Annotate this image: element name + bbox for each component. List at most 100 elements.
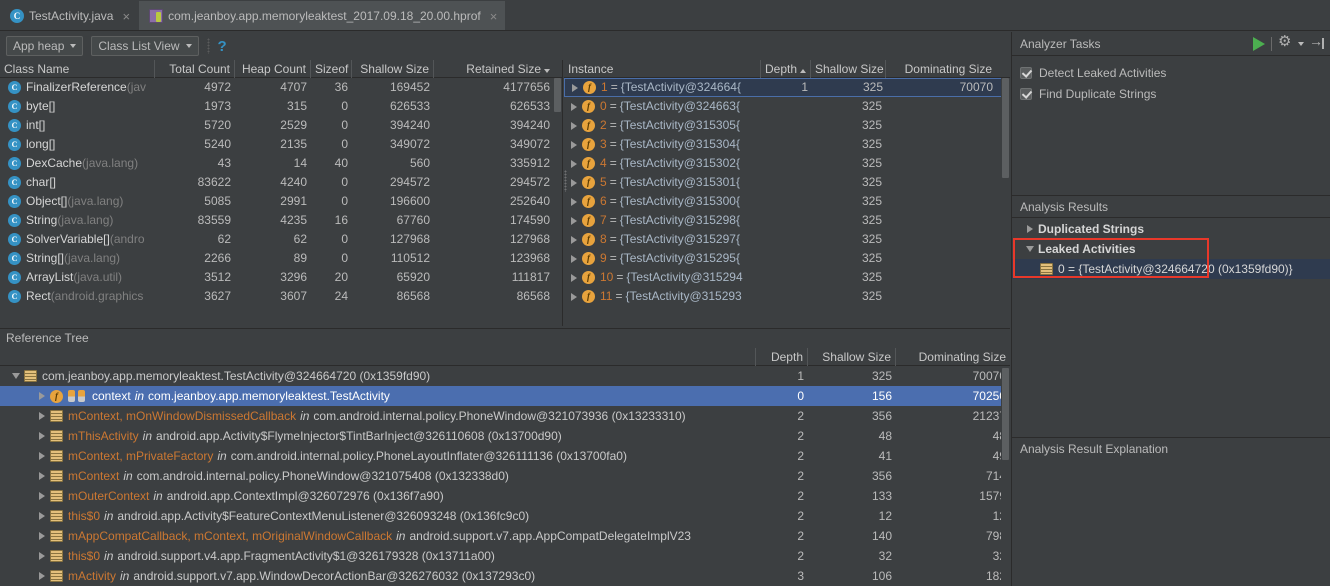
toolbar-drag-handle[interactable] xyxy=(206,38,210,54)
reference-tree-row[interactable]: mOuterContext in android.app.ContextImpl@3… xyxy=(0,486,1010,506)
instance-row[interactable]: f 6 = {TestActivity@315300{325 xyxy=(564,192,1010,211)
expand-arrow-icon[interactable] xyxy=(1027,225,1033,233)
expand-arrow-icon[interactable] xyxy=(39,492,45,500)
view-select[interactable]: Class List View xyxy=(91,36,199,56)
expand-arrow-icon[interactable] xyxy=(39,472,45,480)
table-row[interactable]: C String (java.lang) 83559 4235 16 67760 17459… xyxy=(0,211,562,230)
column-dominating-size[interactable]: Dominating Size xyxy=(896,348,1010,366)
column-depth[interactable]: Depth xyxy=(761,60,811,78)
table-row[interactable]: Cbyte[] 1973 315 0 626533 626533 xyxy=(0,97,562,116)
table-row[interactable]: Cint[] 5720 2529 0 394240 394240 xyxy=(0,116,562,135)
instance-row[interactable]: f 9 = {TestActivity@315295{325 xyxy=(564,249,1010,268)
expand-arrow-icon[interactable] xyxy=(571,235,577,244)
instance-row[interactable]: f 10 = {TestActivity@315294 325 xyxy=(564,268,1010,287)
reference-tree-row[interactable]: mActivity in android.support.v7.app.Window… xyxy=(0,566,1010,586)
expand-arrow-icon[interactable] xyxy=(39,452,45,460)
column-shallow-size[interactable]: Shallow Size xyxy=(811,60,886,78)
column-shallow-size[interactable]: Shallow Size xyxy=(808,347,896,366)
tab-hprof-file[interactable]: com.jeanboy.app.memoryleaktest_2017.09.1… xyxy=(139,1,506,30)
column-heap-count[interactable]: Heap Count xyxy=(235,60,311,78)
table-row[interactable]: C SolverVariable[] (andro 62 62 0 127968 12796… xyxy=(0,230,562,249)
column-sizeof[interactable]: Sizeof xyxy=(311,60,352,78)
table-row[interactable]: C ArrayList (java.util) 3512 3296 20 65920 111… xyxy=(0,268,562,287)
column-total-count[interactable]: Total Count xyxy=(155,60,235,78)
expand-arrow-icon[interactable] xyxy=(571,102,577,111)
expand-arrow-icon[interactable] xyxy=(39,572,45,580)
column-reference[interactable] xyxy=(0,347,756,366)
analysis-result-0[interactable]: Duplicated Strings xyxy=(1012,219,1330,239)
table-row[interactable]: C FinalizerReference (jav 4972 4707 36 169452… xyxy=(0,78,562,97)
chevron-down-icon[interactable] xyxy=(1298,41,1304,46)
table-row[interactable]: C Object[] (java.lang) 5085 2991 0 196600 2526… xyxy=(0,192,562,211)
instance-row[interactable]: f 2 = {TestActivity@315305{325 xyxy=(564,116,1010,135)
reference-tree-row[interactable]: com.jeanboy.app.memoryleaktest.TestActiv… xyxy=(0,366,1010,386)
class-list-scrollbar[interactable] xyxy=(553,78,562,326)
reference-tree-row[interactable]: mContext, mOnWindowDismissedCallback in co… xyxy=(0,406,1010,426)
help-icon[interactable]: ? xyxy=(218,38,227,55)
column-instance[interactable]: Instance xyxy=(564,60,761,78)
instance-row[interactable]: f 11 = {TestActivity@315293 325 xyxy=(564,287,1010,306)
reference-tree-scrollbar[interactable] xyxy=(1001,368,1010,586)
cell-dominating-size: 798 xyxy=(985,529,1006,543)
instance-row[interactable]: f 3 = {TestActivity@315304{325 xyxy=(564,135,1010,154)
instance-row[interactable]: f 4 = {TestActivity@315302{325 xyxy=(564,154,1010,173)
expand-arrow-icon[interactable] xyxy=(39,432,45,440)
expand-arrow-icon[interactable] xyxy=(571,178,577,187)
reference-tree-row[interactable]: mThisActivity in android.app.Activity$Flym… xyxy=(0,426,1010,446)
table-row[interactable]: Cchar[] 83622 4240 0 294572 294572 xyxy=(0,173,562,192)
column-depth[interactable]: Depth xyxy=(756,347,808,366)
expand-arrow-icon[interactable] xyxy=(572,83,578,92)
instance-row[interactable]: f 7 = {TestActivity@315298{325 xyxy=(564,211,1010,230)
run-analysis-icon[interactable] xyxy=(1253,36,1265,51)
expand-arrow-icon[interactable] xyxy=(571,254,577,263)
reference-tree-row[interactable]: mAppCompatCallback, mContext, mOriginalW… xyxy=(0,526,1010,546)
reference-tree-row[interactable]: mContext, mPrivateFactory in com.android.i… xyxy=(0,446,1010,466)
instance-row[interactable]: f 8 = {TestActivity@315297{325 xyxy=(564,230,1010,249)
expand-arrow-icon[interactable] xyxy=(39,532,45,540)
analyzer-tasks-header: Analyzer Tasks xyxy=(1012,32,1330,56)
instance-list-scrollbar[interactable] xyxy=(1001,78,1010,326)
instance-row[interactable]: f 5 = {TestActivity@315301{325 xyxy=(564,173,1010,192)
close-icon[interactable]: × xyxy=(490,10,498,23)
expand-arrow-icon[interactable] xyxy=(571,292,577,301)
collapse-arrow-icon[interactable] xyxy=(1026,246,1034,252)
reference-tree-row[interactable]: mContext in com.android.internal.policy.Ph… xyxy=(0,466,1010,486)
leaked-activity-item[interactable]: 0 = {TestActivity@324664720 (0x1359fd90)… xyxy=(1012,259,1330,279)
reference-tree-row[interactable]: f context in com.jeanboy.app.memoryleaktest… xyxy=(0,386,1010,406)
expand-arrow-icon[interactable] xyxy=(571,216,577,225)
expand-arrow-icon[interactable] xyxy=(571,273,577,282)
collapse-arrow-icon[interactable] xyxy=(12,373,20,379)
expand-arrow-icon[interactable] xyxy=(571,159,577,168)
cell-retained-size: 294572 xyxy=(509,175,550,189)
table-row[interactable]: C DexCache (java.lang) 43 14 40 560 335912 xyxy=(0,154,562,173)
tab-testactivity-java[interactable]: C TestActivity.java × xyxy=(0,1,139,30)
expand-arrow-icon[interactable] xyxy=(39,392,45,400)
analyzer-task-0[interactable]: Detect Leaked Activities xyxy=(1020,62,1330,83)
reference-tree-row[interactable]: this$0 in android.support.v4.app.FragmentA… xyxy=(0,546,1010,566)
analyzer-task-1[interactable]: Find Duplicate Strings xyxy=(1020,83,1330,104)
column-class-name[interactable]: Class Name xyxy=(0,60,155,78)
expand-arrow-icon[interactable] xyxy=(571,197,577,206)
column-shallow-size[interactable]: Shallow Size xyxy=(352,60,434,78)
checkbox[interactable] xyxy=(1020,66,1032,79)
table-row[interactable]: C Rect (android.graphics 3627 3607 24 86568 86… xyxy=(0,287,562,306)
panel-split-grip[interactable] xyxy=(564,170,567,192)
settings-icon[interactable] xyxy=(1278,34,1292,51)
close-icon[interactable]: × xyxy=(122,10,130,23)
expand-arrow-icon[interactable] xyxy=(39,552,45,560)
expand-arrow-icon[interactable] xyxy=(39,412,45,420)
table-row[interactable]: C String[] (java.lang) 2266 89 0 110512 123968 xyxy=(0,249,562,268)
instance-row[interactable]: f 1 = {TestActivity@324664{1 325 70070 xyxy=(564,78,1010,97)
hide-panel-icon[interactable] xyxy=(1309,33,1324,51)
analysis-result-1[interactable]: Leaked Activities xyxy=(1012,239,1330,259)
heap-select[interactable]: App heap xyxy=(6,36,84,56)
expand-arrow-icon[interactable] xyxy=(39,512,45,520)
instance-row[interactable]: f 0 = {TestActivity@324663{325 xyxy=(564,97,1010,116)
column-retained-size[interactable]: Retained Size xyxy=(434,60,554,78)
checkbox[interactable] xyxy=(1020,87,1032,100)
table-row[interactable]: Clong[] 5240 2135 0 349072 349072 xyxy=(0,135,562,154)
expand-arrow-icon[interactable] xyxy=(571,140,577,149)
reference-tree-row[interactable]: this$0 in android.app.Activity$FeatureCont… xyxy=(0,506,1010,526)
expand-arrow-icon[interactable] xyxy=(571,121,577,130)
column-dominating-size[interactable]: Dominating Size xyxy=(886,60,996,78)
